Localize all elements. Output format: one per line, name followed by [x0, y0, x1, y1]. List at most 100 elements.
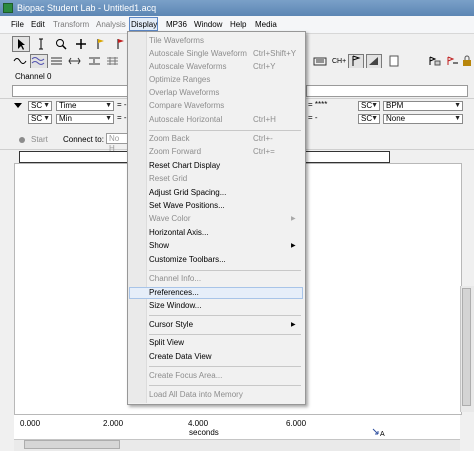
svg-text:A: A: [380, 431, 385, 437]
menu-item-wave-color[interactable]: Wave Color: [149, 214, 191, 224]
select-value: SC: [31, 114, 43, 123]
menu-item-create-focus-area[interactable]: Create Focus Area...: [149, 371, 222, 381]
app-icon: [3, 3, 13, 13]
lock-icon: [463, 55, 471, 66]
measure-type-select-2[interactable]: Min ▼: [56, 114, 114, 124]
measure-type-select-1[interactable]: Time ▼: [56, 101, 114, 111]
menu-item-autoscale-single-waveform[interactable]: Autoscale Single Waveform: [149, 49, 247, 59]
measure-type-select-4[interactable]: None ▼: [383, 114, 463, 124]
menu-item-zoom-forward[interactable]: Zoom Forward: [149, 147, 201, 157]
menu-shortcut: Ctrl+Shift+Y: [253, 49, 297, 58]
channel-plus-label[interactable]: CH+: [332, 58, 346, 65]
connect-select[interactable]: No H: [106, 133, 128, 153]
menu-item-adjust-grid-spacing[interactable]: Adjust Grid Spacing...: [149, 188, 226, 198]
menu-item-autoscale-waveforms[interactable]: Autoscale Waveforms: [149, 62, 227, 72]
tick-label: 4.000: [188, 419, 209, 428]
menu-edit[interactable]: Edit: [31, 19, 45, 30]
start-button[interactable]: Start: [31, 135, 48, 144]
menu-item-preferences[interactable]: Preferences...: [149, 288, 199, 298]
menu-icon-gutter: [128, 32, 147, 403]
scroll-tool-button[interactable]: [72, 36, 90, 52]
horizontal-scroll-thumb[interactable]: [24, 440, 120, 449]
menu-item-zoom-back[interactable]: Zoom Back: [149, 134, 189, 144]
ibeam-tool-button[interactable]: [32, 36, 50, 52]
measure-value-2: = -: [117, 113, 127, 122]
channel-info-field[interactable]: [306, 85, 468, 97]
measure-value-row1-right: = ****: [308, 100, 328, 109]
menu-item-optimize-ranges[interactable]: Optimize Ranges: [149, 75, 210, 85]
menu-item-channel-info[interactable]: Channel Info...: [149, 274, 201, 284]
vertical-scroll-thumb[interactable]: [462, 288, 471, 406]
menu-shortcut: Ctrl+H: [253, 115, 276, 124]
menu-mp36[interactable]: MP36: [166, 19, 187, 30]
select-value: Time: [59, 101, 77, 110]
measure-channel-select-4[interactable]: SC ▼: [358, 114, 380, 124]
menu-item-create-data-view[interactable]: Create Data View: [149, 352, 212, 362]
marker-tool-button[interactable]: [92, 36, 110, 52]
menu-item-overlap-waveforms[interactable]: Overlap Waveforms: [149, 88, 219, 98]
measure-channel-select-2[interactable]: SC ▼: [28, 114, 52, 124]
arrow-cursor-icon: [18, 39, 25, 50]
tick-label: 6.000: [286, 419, 307, 428]
menu-display[interactable]: Display: [131, 19, 157, 30]
chart-waves-icon: [31, 57, 45, 65]
menu-file[interactable]: File: [11, 19, 24, 30]
measure-value-row2-right: = -: [308, 113, 318, 122]
measure-channel-select-1[interactable]: SC ▼: [28, 101, 52, 111]
menu-window[interactable]: Window: [194, 19, 222, 30]
menu-shortcut: Ctrl+Y: [253, 62, 276, 71]
menu-item-show[interactable]: Show: [149, 241, 169, 251]
chevron-down-icon: ▼: [43, 115, 50, 122]
menu-item-reset-grid[interactable]: Reset Grid: [149, 174, 187, 184]
select-value: SC: [31, 101, 43, 110]
channel-input[interactable]: [12, 85, 130, 97]
chevron-down-icon: ▼: [105, 115, 112, 122]
flag-outline-icon: [352, 55, 361, 66]
tick-label: 2.000: [103, 419, 124, 428]
menu-item-horizontal-axis[interactable]: Horizontal Axis...: [149, 228, 209, 238]
chevron-down-icon: ▼: [454, 115, 461, 122]
arrow-tool-button[interactable]: [12, 36, 30, 52]
menu-shortcut: Ctrl+-: [253, 134, 273, 143]
waveform-icon: [13, 58, 27, 64]
autoscale-horizontal-button[interactable]: A: [372, 427, 386, 439]
menu-item-load-all-data[interactable]: Load All Data into Memory: [149, 390, 243, 400]
submenu-arrow-icon: ▶: [291, 216, 296, 222]
measure-type-select-3[interactable]: BPM ▼: [383, 101, 463, 111]
measure-value-1: = -: [117, 100, 127, 109]
flag-pencil-icon: [97, 39, 104, 49]
measure-channel-select-3[interactable]: SC ▼: [358, 101, 380, 111]
menu-help[interactable]: Help: [230, 19, 246, 30]
menu-separator: [149, 366, 301, 367]
flag-arrow-icon: [447, 56, 458, 65]
menu-item-split-view[interactable]: Split View: [149, 338, 184, 348]
channel-label: Channel 0: [15, 72, 52, 81]
zoom-tool-button[interactable]: [52, 36, 70, 52]
menu-item-autoscale-horizontal[interactable]: Autoscale Horizontal: [149, 115, 222, 125]
menu-item-tile-waveforms[interactable]: Tile Waveforms: [149, 36, 204, 46]
menu-analysis[interactable]: Analysis: [96, 19, 126, 30]
measure-collapse-button[interactable]: [12, 100, 24, 111]
move-cross-icon: [76, 39, 86, 49]
menu-separator: [149, 130, 301, 131]
submenu-arrow-icon: ▶: [291, 243, 296, 249]
window-title: Biopac Student Lab - Untitled1.acq: [17, 3, 157, 13]
chevron-down-icon: ▼: [105, 102, 112, 109]
triangle-icon: [369, 57, 378, 65]
grid-icon: [107, 57, 118, 65]
tick-label: 0.000: [20, 419, 41, 428]
menu-item-reset-chart-display[interactable]: Reset Chart Display: [149, 161, 220, 171]
menu-item-compare-waveforms[interactable]: Compare Waveforms: [149, 101, 224, 111]
menu-item-set-wave-positions[interactable]: Set Wave Positions...: [149, 201, 225, 211]
compress-icon: [89, 57, 100, 65]
record-dot-icon: [19, 137, 25, 143]
menu-item-cursor-style[interactable]: Cursor Style: [149, 320, 193, 330]
menu-item-size-window[interactable]: Size Window...: [149, 301, 201, 311]
menu-separator: [149, 270, 301, 271]
menu-transform[interactable]: Transform: [53, 19, 89, 30]
menu-media[interactable]: Media: [255, 19, 277, 30]
menu-item-customize-toolbars[interactable]: Customize Toolbars...: [149, 255, 226, 265]
chevron-down-icon: ▼: [43, 102, 50, 109]
chevron-down-icon: ▼: [371, 115, 378, 122]
magnifier-icon: [56, 39, 67, 50]
